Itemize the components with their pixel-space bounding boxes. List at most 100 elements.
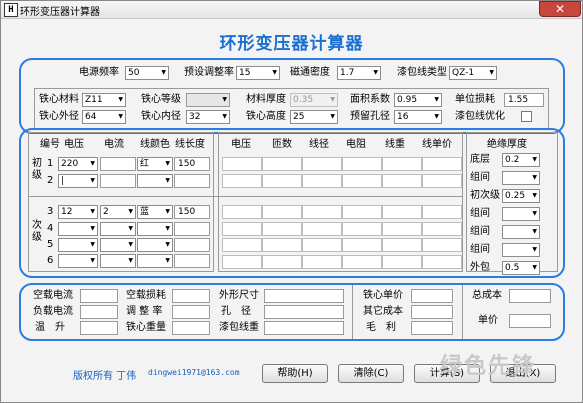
wire-color-select[interactable]: ▼ [137, 238, 173, 252]
core-material-select[interactable]: Z11 ▼ [82, 93, 126, 107]
insulation-select[interactable]: 0.25 ▼ [502, 189, 540, 203]
core-grade-select[interactable]: ▼ [186, 93, 230, 107]
chevron-down-icon: ▼ [118, 96, 123, 103]
chevron-down-icon: ▼ [128, 225, 133, 232]
insulation-label: 组间 [470, 244, 490, 255]
load-current-label: 负载电流 [33, 306, 73, 317]
wire-color-select[interactable]: ▼ [137, 174, 173, 188]
core-unit-price-label: 铁心单价 [363, 290, 403, 301]
gross-profit-input[interactable] [411, 321, 453, 335]
chevron-down-icon: ▼ [373, 69, 378, 76]
wire-length-input[interactable] [174, 254, 210, 268]
insulation-select[interactable]: ▼ [502, 225, 540, 239]
chevron-down-icon: ▼ [118, 113, 123, 120]
wire-length-input[interactable] [174, 222, 210, 236]
wire-length-input[interactable]: 150 [174, 205, 210, 219]
secondary-label: 次级 [32, 220, 42, 243]
preset-regulation-select[interactable]: 15 ▼ [236, 66, 280, 80]
other-cost-label: 其它成本 [363, 306, 403, 317]
wire-optimize-checkbox[interactable] [521, 111, 532, 122]
wire-type-select[interactable]: QZ-1 ▼ [449, 66, 497, 80]
current-select[interactable]: ▼ [100, 238, 136, 252]
chevron-down-icon: ▼ [532, 156, 537, 163]
voltage-select[interactable]: | ▼ [58, 174, 98, 188]
reserved-hole-select[interactable]: 16 ▼ [394, 110, 442, 124]
frequency-select[interactable]: 50 ▼ [125, 66, 169, 80]
chevron-down-icon: ▼ [165, 177, 170, 184]
result-cell [382, 205, 422, 219]
outer-size-output [264, 289, 344, 303]
other-cost-input[interactable] [411, 305, 453, 319]
current-select[interactable]: 2 ▼ [100, 205, 136, 219]
chevron-down-icon: ▼ [532, 246, 537, 253]
wire-length-input[interactable] [174, 238, 210, 252]
wire-color-select[interactable]: 红 ▼ [137, 157, 173, 171]
chevron-down-icon: ▼ [90, 225, 95, 232]
chevron-down-icon: ▼ [330, 96, 335, 103]
chevron-down-icon: ▼ [532, 210, 537, 217]
core-inner-select[interactable]: 32 ▼ [186, 110, 230, 124]
area-coefficient-label: 面积系数 [350, 94, 390, 105]
voltage-select[interactable]: 12 ▼ [58, 205, 98, 219]
header-turns: 匝数 [272, 139, 292, 150]
help-button[interactable]: 帮助(H) [262, 364, 328, 383]
unit-price-output [509, 314, 551, 328]
chevron-down-icon: ▼ [489, 69, 494, 76]
clear-button[interactable]: 清除(C) [338, 364, 404, 383]
current-input[interactable] [100, 174, 136, 188]
result-cell [422, 174, 462, 188]
result-cell [382, 254, 422, 269]
wire-length-input[interactable] [174, 174, 210, 188]
primary-label: 初级 [32, 158, 42, 181]
insulation-select[interactable]: ▼ [502, 243, 540, 257]
row-number: 4 [47, 223, 54, 234]
row-number: 2 [47, 175, 54, 186]
chevron-down-icon: ▼ [165, 160, 170, 167]
wire-color-select[interactable]: 蓝 ▼ [137, 205, 173, 219]
insulation-select[interactable]: 0.2 ▼ [502, 153, 540, 167]
voltage-select[interactable]: ▼ [58, 222, 98, 236]
thickness-select: 0.35 ▼ [290, 93, 338, 107]
result-cell [382, 157, 422, 171]
core-outer-select[interactable]: 64 ▼ [82, 110, 126, 124]
wire-color-select[interactable]: ▼ [137, 222, 173, 236]
title-bar: H 环形变压器计算器 ✕ [1, 1, 582, 19]
result-cell [342, 254, 382, 269]
voltage-select[interactable]: ▼ [58, 238, 98, 252]
copyright-text: 版权所有 丁伟 [73, 371, 137, 382]
unit-loss-input[interactable]: 1.55 [504, 93, 544, 107]
noload-current-output [80, 289, 118, 303]
chevron-down-icon: ▼ [128, 257, 133, 264]
header-voltage: 电压 [64, 139, 84, 150]
wire-length-input[interactable]: 150 [174, 157, 210, 171]
result-cell [422, 157, 462, 171]
result-cell [262, 174, 302, 188]
current-input[interactable] [100, 157, 136, 171]
insulation-select[interactable]: 0.5 ▼ [502, 261, 540, 275]
insulation-select[interactable]: ▼ [502, 171, 540, 185]
gross-profit-label: 毛 利 [366, 322, 396, 333]
chevron-down-icon: ▼ [532, 192, 537, 199]
wire-type-label: 漆包线类型 [397, 67, 447, 78]
insulation-label: 组间 [470, 226, 490, 237]
flux-density-select[interactable]: 1.7 ▼ [337, 66, 381, 80]
chevron-down-icon: ▼ [90, 160, 95, 167]
core-unit-price-input[interactable] [411, 289, 453, 303]
insulation-select[interactable]: ▼ [502, 207, 540, 221]
result-cell [342, 157, 382, 171]
voltage-select[interactable]: 220 ▼ [58, 157, 98, 171]
voltage-select[interactable]: ▼ [58, 254, 98, 268]
wire-optimize-label: 漆包线优化 [455, 111, 505, 122]
current-select[interactable]: ▼ [100, 222, 136, 236]
chevron-down-icon: ▼ [128, 208, 133, 215]
reserved-hole-label: 预留孔径 [350, 111, 390, 122]
wire-color-select[interactable]: ▼ [137, 254, 173, 268]
area-coefficient-select[interactable]: 0.95 ▼ [394, 93, 442, 107]
total-cost-label: 总成本 [472, 290, 502, 301]
result-cell [262, 238, 302, 252]
row-number: 3 [47, 206, 54, 217]
core-height-select[interactable]: 25 ▼ [290, 110, 338, 124]
current-select[interactable]: ▼ [100, 254, 136, 268]
result-cell [222, 157, 262, 171]
close-button[interactable]: ✕ [539, 1, 581, 17]
